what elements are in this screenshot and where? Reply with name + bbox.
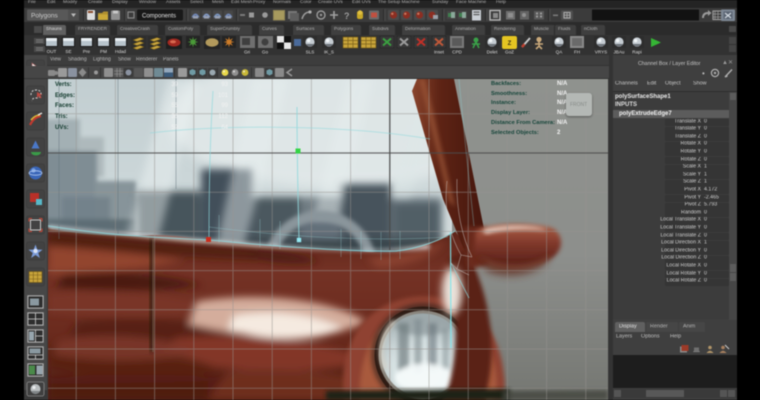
svg-text:Polygons: Polygons (31, 13, 58, 20)
svg-text:CPD: CPD (452, 50, 462, 55)
svg-text:Components: Components (142, 14, 176, 20)
svg-text:Z: Z (508, 41, 512, 47)
svg-text:Hdad: Hdad (115, 49, 126, 54)
svg-text:IK_S: IK_S (324, 50, 334, 55)
svg-text:SLS: SLS (306, 50, 315, 55)
svg-text:•: • (702, 69, 705, 78)
svg-text:Pre: Pre (83, 49, 91, 54)
svg-text:?: ? (344, 11, 350, 21)
svg-text:VRYS: VRYS (595, 50, 607, 55)
svg-text:Go: Go (262, 50, 269, 55)
svg-text:FH: FH (574, 50, 580, 55)
svg-text:Delet: Delet (487, 50, 498, 55)
svg-text:JBAu: JBAu (614, 50, 625, 55)
svg-text:Gri: Gri (244, 50, 250, 55)
svg-text:GoZ: GoZ (505, 50, 514, 55)
svg-text:Rapi: Rapi (632, 50, 641, 55)
svg-text:QA: QA (556, 50, 564, 55)
svg-text:PM: PM (100, 49, 107, 54)
svg-text:OUT: OUT (47, 49, 57, 54)
svg-text:SE: SE (65, 49, 71, 54)
svg-text:Inset: Inset (434, 50, 445, 55)
